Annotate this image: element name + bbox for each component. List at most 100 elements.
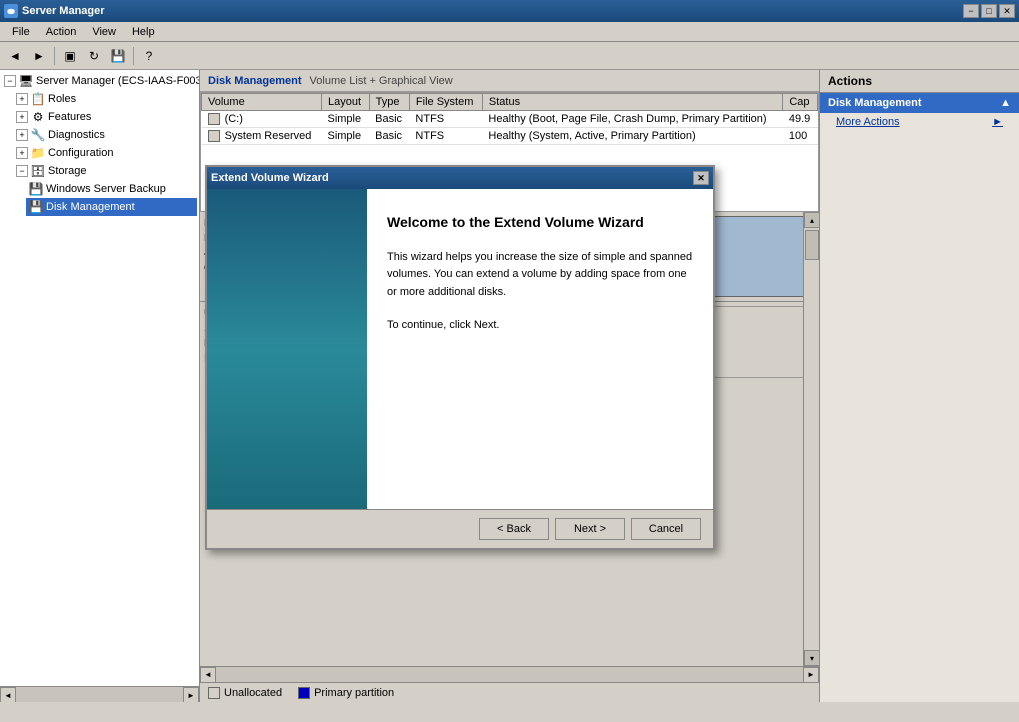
sidebar-item-wsb[interactable]: 💾 Windows Server Backup — [26, 180, 197, 198]
sidebar-item-roles[interactable]: + 📋 Roles — [14, 90, 197, 108]
help-button[interactable]: ? — [138, 45, 160, 67]
menu-view[interactable]: View — [84, 24, 124, 40]
toolbar: ◄ ► ▣ ↻ 💾 ? — [0, 42, 1019, 70]
roles-expander[interactable]: + — [16, 93, 28, 105]
tree-root[interactable]: − 🖥 Server Manager (ECS-IAAS-F0037... — [2, 72, 197, 90]
vol-layout: Simple — [321, 128, 369, 145]
left-panel: − 🖥 Server Manager (ECS-IAAS-F0037... + … — [0, 70, 200, 702]
vol-name: (C:) — [202, 111, 322, 128]
sidebar-item-features[interactable]: + ⚙ Features — [14, 108, 197, 126]
roles-icon: 📋 — [30, 91, 46, 107]
scroll-down-arrow[interactable]: ▾ — [804, 650, 819, 666]
sidebar-item-configuration[interactable]: + 📁 Configuration — [14, 144, 197, 162]
col-volume[interactable]: Volume — [202, 94, 322, 111]
minimize-button[interactable]: − — [963, 4, 979, 18]
sidebar-item-storage[interactable]: − 🗄 Storage — [14, 162, 197, 180]
wizard-body: Welcome to the Extend Volume Wizard This… — [207, 189, 713, 509]
root-expander[interactable]: − — [4, 75, 16, 87]
wizard-footer: < Back Next > Cancel — [207, 509, 713, 548]
wizard-back-button[interactable]: < Back — [479, 518, 549, 540]
features-expander[interactable]: + — [16, 111, 28, 123]
disk-mgmt-icon: 💾 — [28, 199, 44, 215]
wizard-right-panel: Welcome to the Extend Volume Wizard This… — [367, 189, 713, 509]
scroll-track — [804, 228, 819, 650]
config-expander[interactable]: + — [16, 147, 28, 159]
sidebar-item-label: Storage — [48, 165, 87, 177]
show-hide-button[interactable]: ▣ — [59, 45, 81, 67]
wizard-heading: Welcome to the Extend Volume Wizard — [387, 213, 693, 233]
menu-action[interactable]: Action — [38, 24, 85, 40]
menu-file[interactable]: File — [4, 24, 38, 40]
disk-mgmt-title: Disk Management — [208, 75, 302, 87]
col-status[interactable]: Status — [482, 94, 782, 111]
wizard-cancel-button[interactable]: Cancel — [631, 518, 701, 540]
wizard-title-label: Extend Volume Wizard — [211, 172, 329, 184]
h-scroll-track[interactable] — [216, 667, 803, 683]
back-button[interactable]: ◄ — [4, 45, 26, 67]
legend-box-primary — [298, 687, 310, 699]
legend-label-primary: Primary partition — [314, 687, 394, 699]
h-scrollbar[interactable]: ◄ ► — [200, 666, 819, 682]
menu-help[interactable]: Help — [124, 24, 163, 40]
volume-table: Volume Layout Type File System Status Ca… — [201, 93, 818, 145]
vol-cap: 49.9 — [783, 111, 818, 128]
wsb-icon: 💾 — [28, 181, 44, 197]
vol-name: System Reserved — [202, 128, 322, 145]
sidebar-item-disk-management[interactable]: 💾 Disk Management — [26, 198, 197, 216]
h-scroll-left[interactable]: ◄ — [200, 667, 216, 683]
col-fs[interactable]: File System — [409, 94, 482, 111]
export-button[interactable]: 💾 — [107, 45, 129, 67]
menu-bar: File Action View Help — [0, 22, 1019, 42]
config-icon: 📁 — [30, 145, 46, 161]
close-button[interactable]: ✕ — [999, 4, 1015, 18]
vol-type: Basic — [369, 128, 409, 145]
sidebar-item-label: Configuration — [48, 147, 113, 159]
col-layout[interactable]: Layout — [321, 94, 369, 111]
scroll-up-arrow[interactable]: ▴ — [804, 212, 819, 228]
sidebar-item-label: Diagnostics — [48, 129, 105, 141]
forward-button[interactable]: ► — [28, 45, 50, 67]
wizard-continue-text: To continue, click Next. — [387, 317, 693, 335]
vol-cap: 100 — [783, 128, 818, 145]
extend-volume-wizard: Extend Volume Wizard ✕ Welcome to the Ex… — [205, 165, 715, 550]
wizard-description: This wizard helps you increase the size … — [387, 249, 693, 302]
legend-box-unalloc — [208, 687, 220, 699]
storage-expander[interactable]: − — [16, 165, 28, 177]
more-actions-link[interactable]: More Actions ► — [820, 113, 1019, 131]
col-cap[interactable]: Cap — [783, 94, 818, 111]
actions-collapse-icon[interactable]: ▲ — [1000, 97, 1011, 109]
vol-status: Healthy (System, Active, Primary Partiti… — [482, 128, 782, 145]
storage-icon: 🗄 — [30, 163, 46, 179]
tree-scroll-right[interactable]: ► — [183, 687, 199, 702]
disk-mgmt-header: Disk Management Volume List + Graphical … — [200, 70, 819, 92]
table-row[interactable]: (C:) Simple Basic NTFS Healthy (Boot, Pa… — [202, 111, 818, 128]
wizard-close-button[interactable]: ✕ — [693, 171, 709, 185]
window-controls[interactable]: − □ ✕ — [963, 4, 1015, 18]
diagnostics-expander[interactable]: + — [16, 129, 28, 141]
vol-icon — [208, 130, 220, 142]
wizard-next-button[interactable]: Next > — [555, 518, 625, 540]
vol-fs: NTFS — [409, 128, 482, 145]
server-icon: 🖥 — [18, 73, 34, 89]
sidebar-item-label: Features — [48, 111, 91, 123]
vol-status: Healthy (Boot, Page File, Crash Dump, Pr… — [482, 111, 782, 128]
features-icon: ⚙ — [30, 109, 46, 125]
disk-mgmt-view: Volume List + Graphical View — [310, 75, 453, 87]
maximize-button[interactable]: □ — [981, 4, 997, 18]
sidebar-item-label: Disk Management — [46, 201, 135, 213]
vol-fs: NTFS — [409, 111, 482, 128]
sidebar-item-diagnostics[interactable]: + 🔧 Diagnostics — [14, 126, 197, 144]
app-icon: ⛂ — [4, 4, 18, 18]
table-row[interactable]: System Reserved Simple Basic NTFS Health… — [202, 128, 818, 145]
vol-type: Basic — [369, 111, 409, 128]
refresh-button[interactable]: ↻ — [83, 45, 105, 67]
actions-section-header: Disk Management ▲ — [820, 93, 1019, 113]
col-type[interactable]: Type — [369, 94, 409, 111]
v-scrollbar[interactable]: ▴ ▾ — [803, 212, 819, 666]
sidebar-item-label: Windows Server Backup — [46, 183, 166, 195]
actions-panel: Actions Disk Management ▲ More Actions ► — [819, 70, 1019, 702]
h-scroll-right[interactable]: ► — [803, 667, 819, 683]
tree-scroll-left[interactable]: ◄ — [0, 687, 16, 702]
scroll-thumb[interactable] — [805, 230, 819, 260]
vol-icon — [208, 113, 220, 125]
